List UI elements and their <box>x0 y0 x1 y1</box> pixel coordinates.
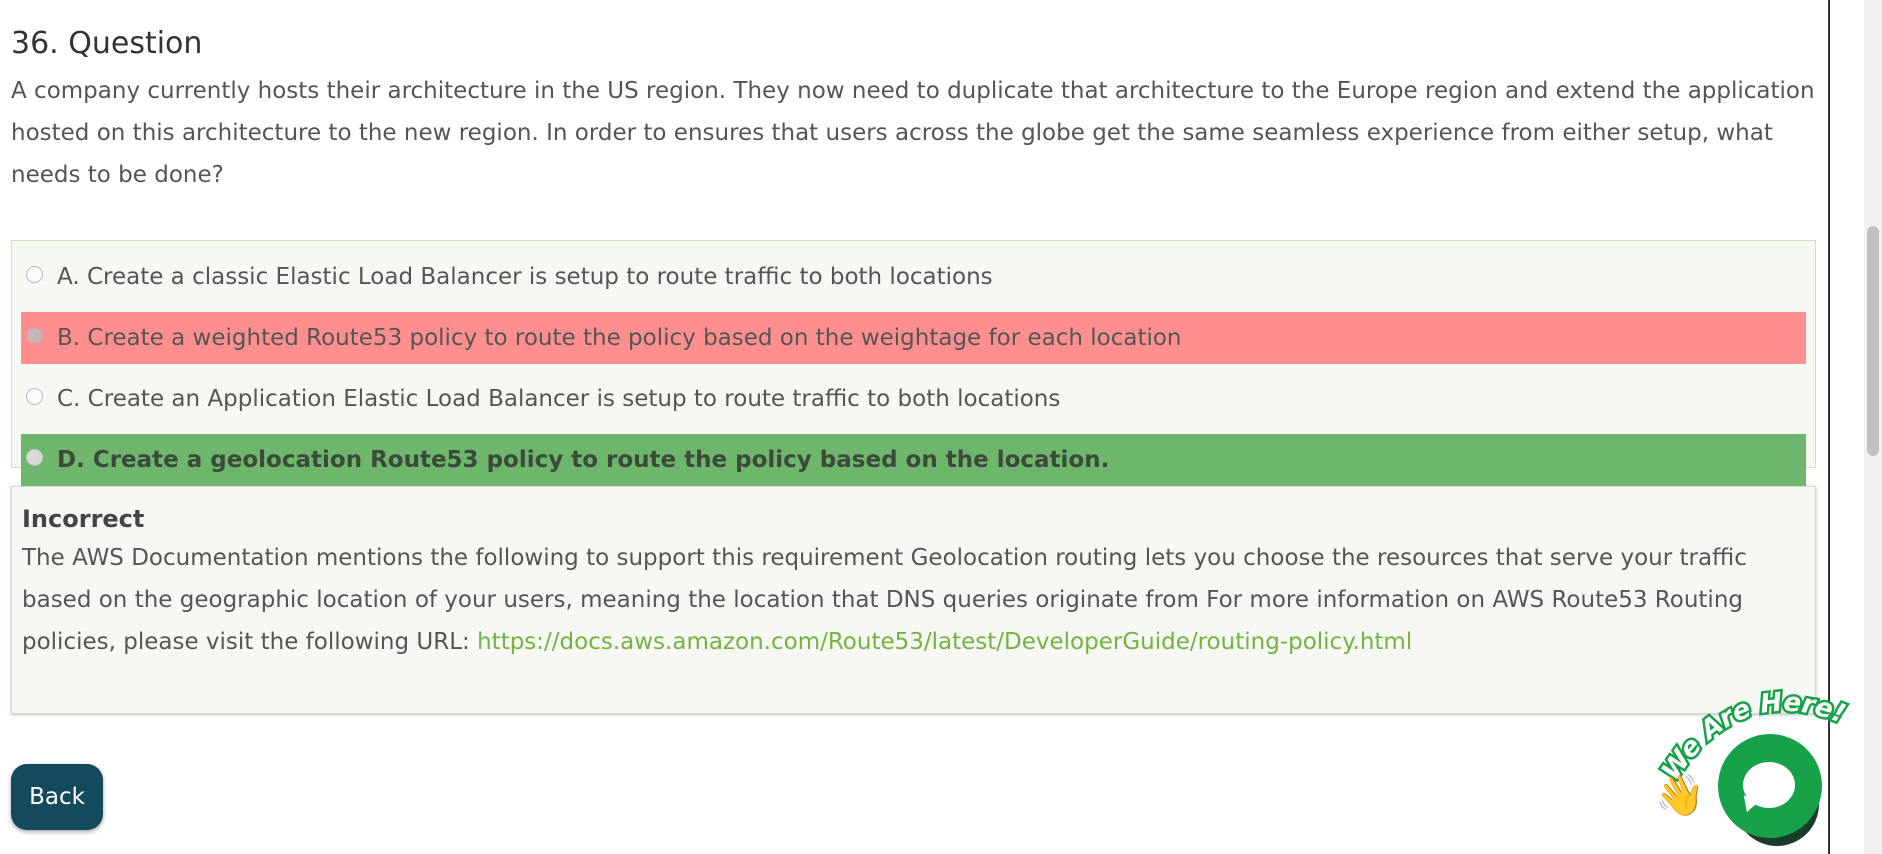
radio-icon[interactable] <box>26 387 43 405</box>
option-label: B. Create a weighted Route53 policy to r… <box>57 325 1182 351</box>
quiz-page: 36. Question A company currently hosts t… <box>0 0 1882 854</box>
chat-bubble-icon[interactable] <box>1718 734 1822 838</box>
radio-icon[interactable] <box>26 448 43 466</box>
option-a[interactable]: A. Create a classic Elastic Load Balance… <box>21 251 1806 303</box>
option-b[interactable]: B. Create a weighted Route53 policy to r… <box>21 312 1806 364</box>
feedback-text: The AWS Documentation mentions the follo… <box>22 537 1805 663</box>
answer-options: A. Create a classic Elastic Load Balance… <box>11 240 1816 486</box>
feedback-title: Incorrect <box>22 505 145 533</box>
question-content: 36. Question A company currently hosts t… <box>11 0 1816 714</box>
radio-icon[interactable] <box>26 326 43 344</box>
question-text: A company currently hosts their architec… <box>11 78 1815 188</box>
back-button[interactable]: Back <box>11 764 103 830</box>
chat-widget[interactable]: We Are Here! 👋 <box>1645 672 1875 854</box>
documentation-link[interactable]: https://docs.aws.amazon.com/Route53/late… <box>477 629 1412 655</box>
option-label: D. Create a geolocation Route53 policy t… <box>57 447 1110 473</box>
option-d[interactable]: D. Create a geolocation Route53 policy t… <box>21 434 1806 486</box>
option-label: A. Create a classic Elastic Load Balance… <box>57 264 993 290</box>
feedback-panel: Incorrect The AWS Documentation mentions… <box>11 486 1816 714</box>
option-c[interactable]: C. Create an Application Elastic Load Ba… <box>21 373 1806 425</box>
question-title: 36. Question <box>11 26 203 61</box>
scrollbar-thumb[interactable] <box>1867 226 1879 456</box>
option-label: C. Create an Application Elastic Load Ba… <box>57 386 1061 412</box>
waving-hand-icon: 👋 <box>1655 773 1705 819</box>
radio-icon[interactable] <box>26 265 43 283</box>
